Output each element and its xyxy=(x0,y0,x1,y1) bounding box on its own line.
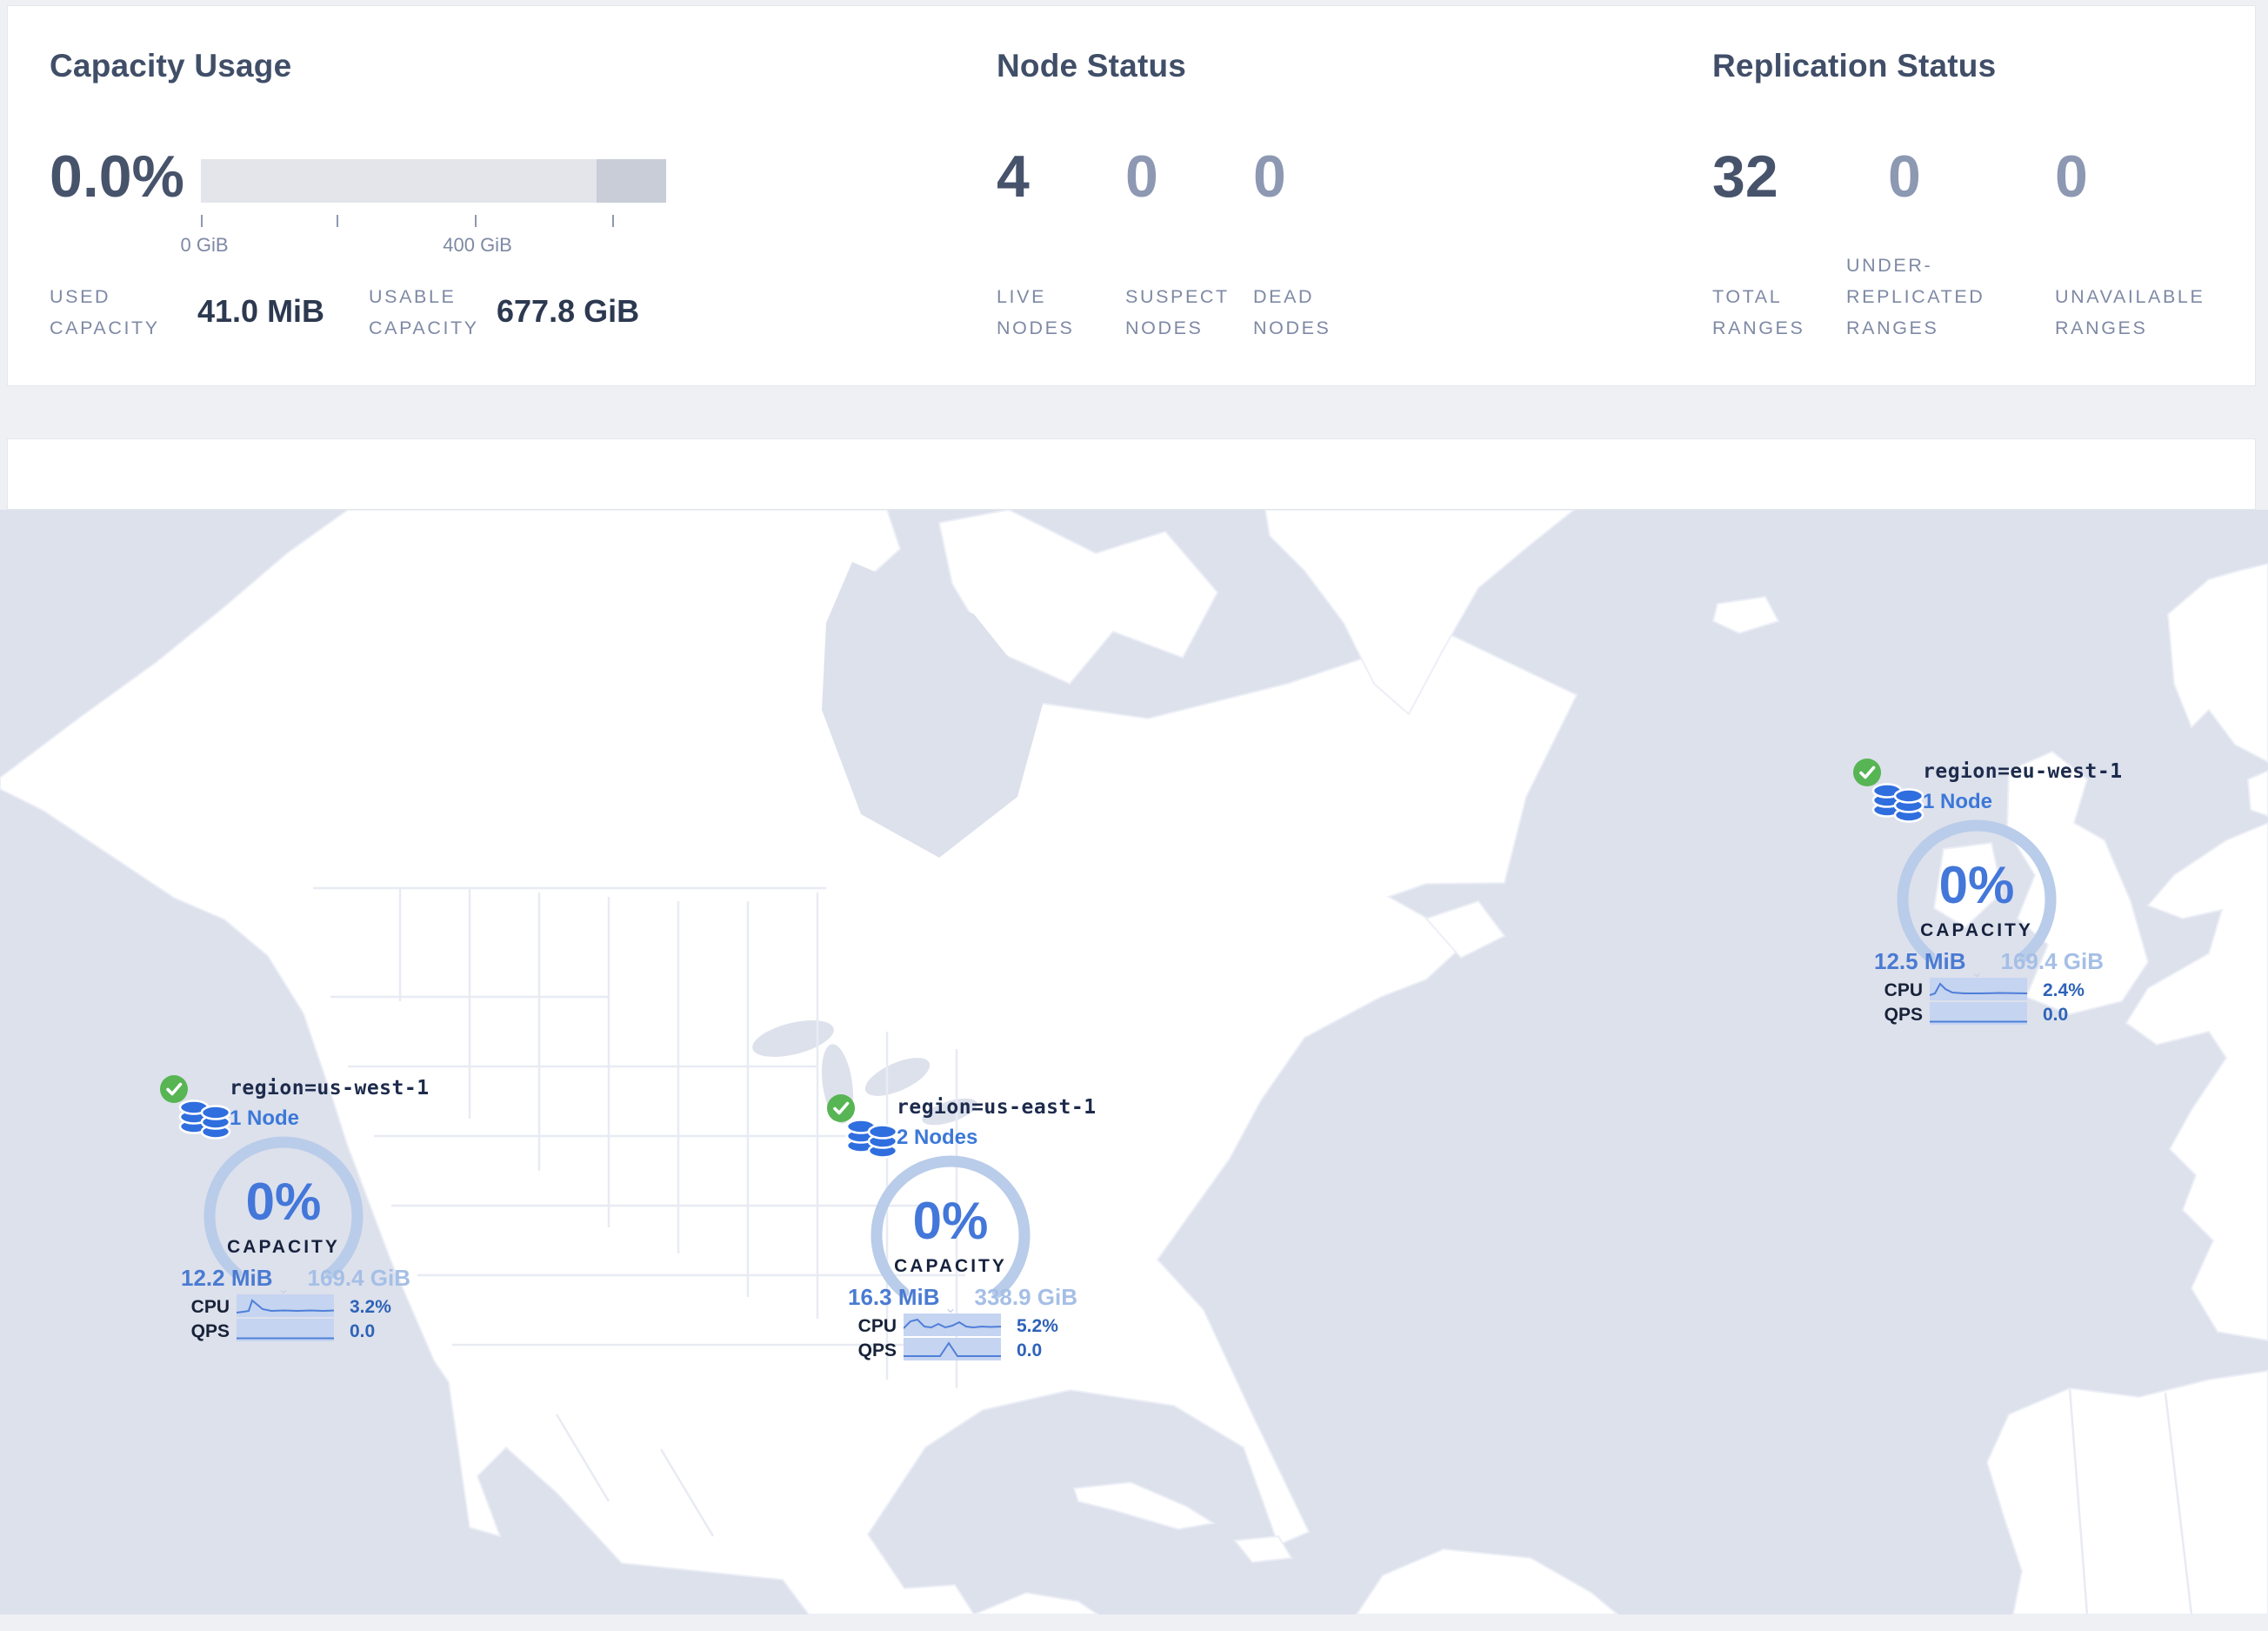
under-replicated-count: 0 xyxy=(1888,144,1921,210)
map-toolbar: Node Map ▼ Cluster 10m Past 10 Minutes N… xyxy=(7,438,2256,940)
qps-value: 0.0 xyxy=(1017,1340,1043,1360)
total-ranges-label: TOTAL RANGES xyxy=(1712,286,1805,339)
capacity-label: CAPACITY xyxy=(1920,920,2033,940)
qps-label: QPS xyxy=(190,1321,230,1341)
capacity-percent: 0% xyxy=(245,1173,322,1231)
capacity-usage-title: Capacity Usage xyxy=(50,48,292,84)
cpu-metric-row: CPU 5.2% xyxy=(824,1313,1084,1338)
used-capacity-value: 41.0 MiB xyxy=(197,293,325,329)
region-marker-eu-west-1[interactable]: region=eu-west-1 1 Node 0% CAPACITY 12.5… xyxy=(1850,755,2122,1042)
region-marker-us-west-1[interactable]: region=us-west-1 1 Node 0% CAPACITY 12.2… xyxy=(157,1072,429,1359)
capacity-usage-bar-segment xyxy=(597,159,666,203)
live-nodes-count: 4 xyxy=(997,144,1030,210)
node-status-title: Node Status xyxy=(997,48,1187,84)
dead-nodes-label: DEAD NODES xyxy=(1253,286,1331,339)
cpu-value: 3.2% xyxy=(350,1297,391,1317)
qps-value: 0.0 xyxy=(350,1321,376,1341)
cpu-sparkline xyxy=(1930,978,2027,1000)
cpu-sparkline xyxy=(904,1313,1001,1336)
qps-value: 0.0 xyxy=(2043,1005,2069,1025)
region-label: region=us-west-1 xyxy=(230,1077,430,1100)
qps-label: QPS xyxy=(1884,1005,1923,1025)
cluster-summary-panel: Capacity Usage 0.0% 0 GiB 400 GiB USED C… xyxy=(7,5,2256,386)
capacity-axis-tick xyxy=(612,215,614,227)
capacity-label: CAPACITY xyxy=(227,1237,340,1257)
qps-sparkline xyxy=(904,1338,1001,1360)
node-map-canvas xyxy=(0,510,2268,1614)
cpu-value: 2.4% xyxy=(2043,980,2085,1000)
unavailable-label: UNAVAILABLE RANGES xyxy=(2055,286,2205,339)
qps-metric-row: QPS 0.0 xyxy=(1850,1002,2111,1026)
region-marker-us-east-1[interactable]: region=us-east-1 2 Nodes 0% CAPACITY 16.… xyxy=(824,1091,1096,1378)
capacity-percent: 0% xyxy=(912,1192,989,1250)
capacity-percent: 0% xyxy=(1938,856,2015,914)
cpu-label: CPU xyxy=(190,1297,230,1317)
capacity-axis-tick xyxy=(475,215,477,227)
world-map xyxy=(0,510,2268,1614)
dead-nodes-count: 0 xyxy=(1253,144,1286,210)
live-nodes-label: LIVE NODES xyxy=(997,286,1075,339)
used-capacity-label: USED CAPACITY xyxy=(50,286,160,339)
suspect-nodes-count: 0 xyxy=(1125,144,1158,210)
capacity-label: CAPACITY xyxy=(894,1256,1007,1276)
capacity-axis-tick xyxy=(201,215,203,227)
region-label: region=us-east-1 xyxy=(897,1096,1097,1119)
capacity-axis-label-400: 400 GiB xyxy=(443,234,512,256)
qps-sparkline xyxy=(237,1319,334,1341)
total-ranges-count: 32 xyxy=(1712,144,1778,210)
under-replicated-label: UNDER-REPLICATED RANGES xyxy=(1846,255,1985,339)
cpu-metric-row: CPU 2.4% xyxy=(1850,978,2111,1002)
cpu-sparkline xyxy=(237,1294,334,1317)
unavailable-count: 0 xyxy=(2055,144,2088,210)
suspect-nodes-label: SUSPECT NODES xyxy=(1125,286,1230,339)
qps-metric-row: QPS 0.0 xyxy=(824,1338,1084,1362)
capacity-axis-label-0: 0 GiB xyxy=(180,234,229,256)
usable-capacity-label: USABLE CAPACITY xyxy=(369,286,479,339)
replication-status-title: Replication Status xyxy=(1712,48,1997,84)
capacity-usage-percent: 0.0% xyxy=(50,144,184,210)
cpu-label: CPU xyxy=(857,1316,897,1336)
qps-metric-row: QPS 0.0 xyxy=(157,1319,417,1343)
cpu-metric-row: CPU 3.2% xyxy=(157,1294,417,1319)
qps-label: QPS xyxy=(857,1340,897,1360)
region-label: region=eu-west-1 xyxy=(1923,760,2123,783)
cpu-value: 5.2% xyxy=(1017,1316,1058,1336)
capacity-usage-bar xyxy=(201,159,666,203)
usable-capacity-value: 677.8 GiB xyxy=(497,293,640,329)
cpu-label: CPU xyxy=(1884,980,1923,1000)
capacity-axis-tick xyxy=(337,215,338,227)
qps-sparkline xyxy=(1930,1002,2027,1025)
